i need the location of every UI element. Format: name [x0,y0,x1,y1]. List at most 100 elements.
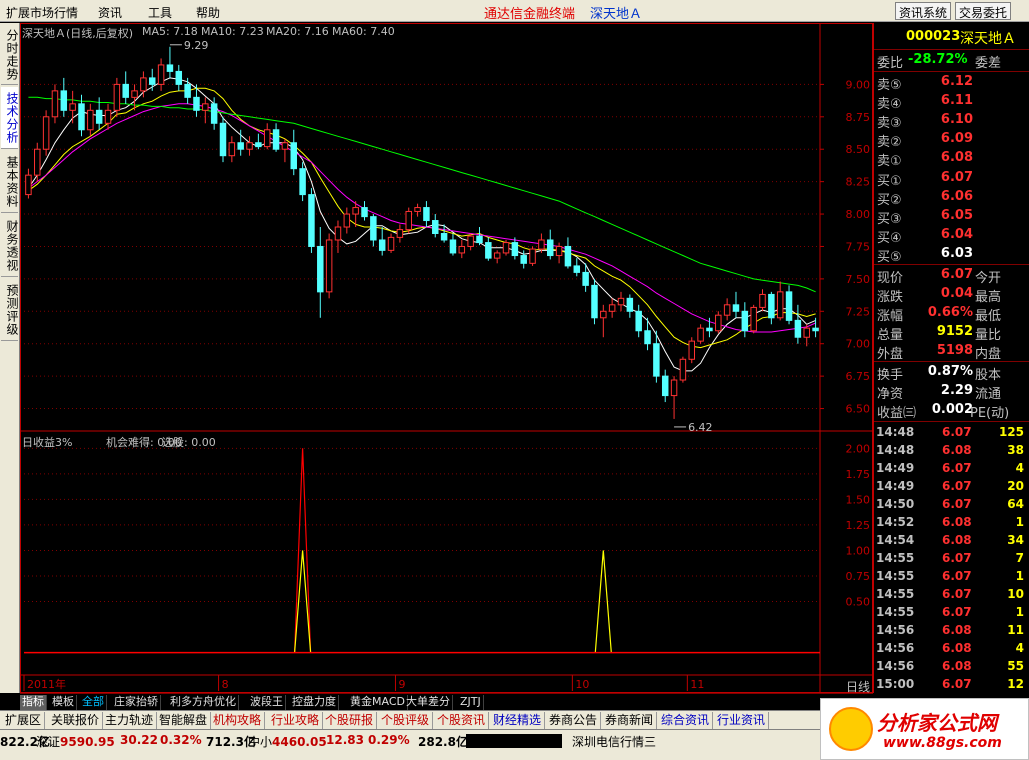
buy-level-3[interactable]: 买③ 6.05 [874,207,1029,227]
tab-macd[interactable]: 黄金MACD [348,695,408,710]
candle-body [246,142,253,150]
buy-level-1[interactable]: 买① 6.07 [874,169,1029,189]
candle-body [237,142,244,150]
sell-level-2[interactable]: 卖② 6.09 [874,130,1029,150]
chart-title: 深天地Ａ(日线,后复权) [22,27,134,40]
bottom-tab[interactable]: 个股研报 [322,712,378,729]
bottom-tab[interactable]: 关联报价 [48,712,104,729]
bottom-tab[interactable]: 行业资讯 [714,712,770,729]
bottom-tab[interactable]: 行业攻略 [268,712,324,729]
indicator-tick-label: 0.75 [846,570,871,583]
tick-row: 14:55 6.07 1 [876,605,1024,619]
tab-fundamentals[interactable]: 基本资料 [1,151,19,213]
trade-order-button[interactable]: 交易委托 [955,2,1012,20]
index-item: 12.83 [326,733,364,747]
tab-forecast[interactable]: 预测评级 [1,279,19,341]
stat-row: 净资 2.29 流通 [877,383,1002,402]
stat-row: 总量 9152 量比 [877,324,1002,343]
menu-help[interactable]: 帮助 [196,4,220,21]
ma20-legend: MA20: 7.16 [266,25,329,38]
bottom-tab[interactable]: 主力轨迹 [102,712,158,729]
chart-area[interactable]: 9.00 8.75 8.50 8.25 8.00 7.75 7.50 7.25 7.00 6.75… [20,23,873,694]
candle-body [732,304,740,312]
candle-body [679,358,687,381]
candle-body [370,216,377,241]
tab-template[interactable]: 模板 [50,695,77,710]
bottom-tab[interactable]: 个股资讯 [434,712,490,729]
candle-body [352,207,359,215]
buy-level-2[interactable]: 买② 6.06 [874,188,1029,208]
ma-line-1 [28,87,816,349]
menu-tools[interactable]: 工具 [148,4,172,21]
annotation-label: 9.29 [184,39,209,52]
tab-boduan[interactable]: 波段王 [248,695,286,710]
stat-row: 涨幅 0.66% 最低 [877,305,1002,324]
tick-row: 14:52 6.08 1 [876,515,1024,529]
candle-body [529,248,536,264]
indicator-tick-label: 2.00 [846,442,871,455]
tab-zjtj[interactable]: ZJTJ [458,695,484,710]
y-tick-label: 8.00 [846,208,871,221]
tab-indicator[interactable]: 指标 [20,695,47,710]
candle-body [87,109,94,131]
candle-body [706,327,713,332]
sell-level-5[interactable]: 卖⑤ 6.12 [874,73,1029,93]
sell-level-1[interactable]: 卖① 6.08 [874,149,1029,169]
candle-body [485,242,492,259]
tick-row: 14:56 6.08 11 [876,623,1024,637]
buy-level-4[interactable]: 买④ 6.04 [874,226,1029,246]
left-view-tabs: 分时走势 技术分析 基本资料 财务透视 预测评级 [0,23,20,693]
y-tick-label: 8.25 [846,176,871,189]
candle-body [697,327,704,342]
candle-body [741,310,749,332]
buy-level-5[interactable]: 买⑤ 6.03 [874,245,1029,265]
tick-row: 14:48 6.08 38 [876,443,1024,457]
bottom-tab[interactable]: 券商新闻 [602,712,658,729]
indicator-tick-label: 1.50 [846,493,871,506]
candle-body [272,129,280,150]
candle-body [661,375,669,397]
tick-row: 14:55 6.07 1 [876,569,1024,583]
tab-liduo[interactable]: 利多方舟优化 [168,695,239,710]
tick-row: 14:54 6.08 34 [876,533,1024,547]
stock-code: 000023 [906,29,961,44]
tick-row: 14:55 6.07 7 [876,551,1024,565]
tab-kongpan[interactable]: 控盘力度 [290,695,339,710]
bottom-tab[interactable]: 个股评级 [378,712,434,729]
candle-body [193,96,200,111]
candle-body [493,252,501,259]
stat-row: 现价 6.07 今开 [877,267,1002,286]
bottom-tab[interactable]: 扩展区 [2,712,46,729]
tab-dadan[interactable]: 大单差分 [404,695,453,710]
tab-intraday[interactable]: 分时走势 [1,25,19,85]
tick-row: 14:49 6.07 4 [876,461,1024,475]
y-tick-label: 6.75 [846,370,871,383]
tab-zhuangjia[interactable]: 庄家抬轿 [112,695,161,710]
tick-row: 14:56 6.08 55 [876,659,1024,673]
bottom-tab[interactable]: 机构攻略 [210,712,266,729]
sell-level-4[interactable]: 卖④ 6.11 [874,92,1029,112]
sell-level-3[interactable]: 卖③ 6.10 [874,111,1029,131]
candle-body [520,255,527,264]
news-system-button[interactable]: 资讯系统 [895,2,952,20]
bottom-tab[interactable]: 券商公告 [546,712,602,729]
x-tick-label: 2011年 [27,677,66,691]
menu-news[interactable]: 资讯 [98,4,122,21]
ma-line-3 [28,96,816,293]
tab-all[interactable]: 全部 [80,695,107,710]
menu-extended-market[interactable]: 扩展市场行情 [6,4,78,21]
bottom-tab[interactable]: 财经精选 [490,712,546,729]
bottom-tab[interactable]: 智能解盘 [156,712,212,729]
tab-technical[interactable]: 技术分析 [1,87,19,149]
candle-body [759,293,766,308]
candle-body [555,245,563,257]
candle-body [812,327,819,332]
candle-body [387,236,395,251]
candle-body [432,220,439,235]
tab-financials[interactable]: 财务透视 [1,215,19,277]
candle-body [547,239,554,257]
webi-row: 委比 -28.72% 委差 [877,52,1002,71]
bottom-tab[interactable]: 综合资讯 [658,712,714,729]
candle-body [228,142,236,157]
kline-chart[interactable]: 9.00 8.75 8.50 8.25 8.00 7.75 7.50 7.25 7.00 6.75… [20,23,873,693]
